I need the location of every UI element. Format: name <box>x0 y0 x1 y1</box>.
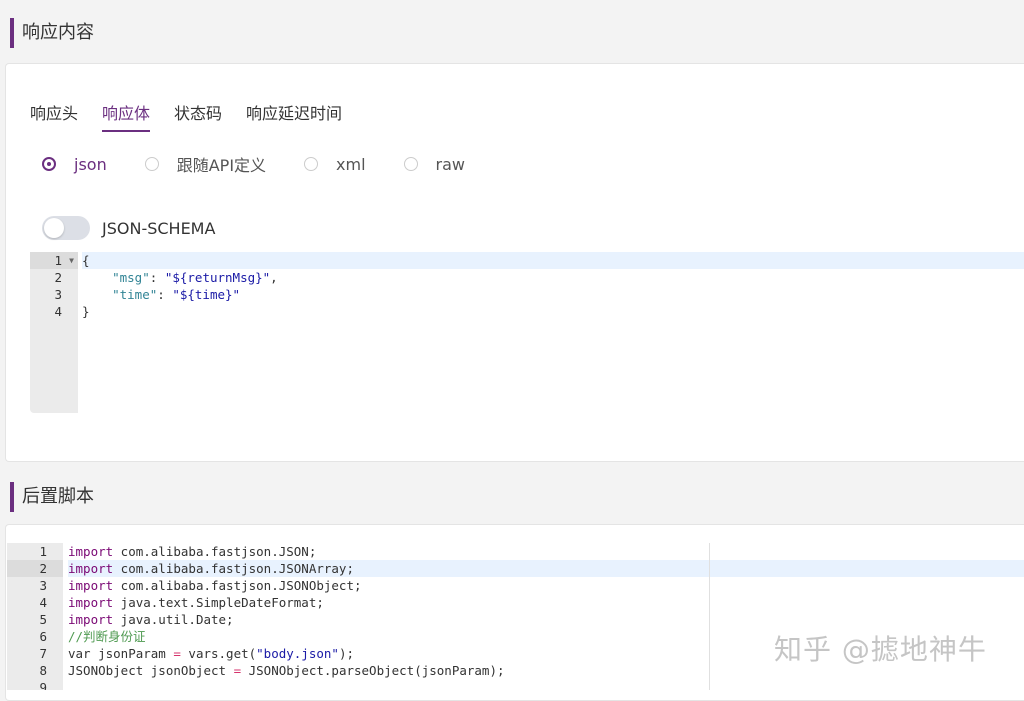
code-token: com.alibaba.fastjson.JSON; <box>113 544 317 559</box>
line-number: 3 <box>54 287 62 302</box>
code-token: //判断身份证 <box>68 629 146 644</box>
code-token: import <box>68 544 114 559</box>
tab-status-code[interactable]: 状态码 <box>174 100 222 132</box>
format-radio-group: json 跟随API定义 xml raw <box>42 152 503 176</box>
radio-checked-icon <box>42 157 56 171</box>
line-number: 6 <box>39 629 47 644</box>
code-token: ); <box>338 646 355 661</box>
code-line: import java.util.Date; <box>68 611 1024 628</box>
code-token: : <box>149 270 165 285</box>
radio-xml[interactable]: xml <box>304 152 366 176</box>
response-editor-gutter: 1 ▼ 2 3 4 <box>30 252 78 413</box>
code-token: import <box>68 595 114 610</box>
radio-unchecked-icon <box>144 157 159 171</box>
code-token: com.alibaba.fastjson.JSONArray; <box>113 561 354 576</box>
script-editor-gutter: 123 4 5 6 7 8 9 <box>7 543 63 690</box>
code-token: com.alibaba.fastjson.JSONObject; <box>113 578 362 593</box>
script-section-title: 后置脚本 <box>10 482 94 512</box>
code-token: var jsonParam <box>68 646 174 661</box>
code-token: = <box>233 663 242 678</box>
line-number: 5 <box>39 612 47 627</box>
code-token: "body.json" <box>256 646 339 661</box>
code-token: } <box>82 304 90 319</box>
radio-raw-label: raw <box>435 154 466 174</box>
code-line: import com.alibaba.fastjson.JSON; <box>68 543 1024 560</box>
line-number: 3 <box>39 578 47 593</box>
response-body-editor[interactable]: 1 ▼ 2 3 4 { "msg": "${returnMsg}", "time": "… <box>30 252 1024 413</box>
code-token: import <box>68 578 114 593</box>
code-token: { <box>82 253 90 268</box>
tab-response-body[interactable]: 响应体 <box>102 100 151 132</box>
toggle-knob <box>44 218 64 238</box>
code-line: import com.alibaba.fastjson.JSONObject; <box>68 577 1024 594</box>
radio-raw[interactable]: raw <box>403 152 466 176</box>
watermark: 知乎 @摅地神牛 <box>774 633 987 666</box>
line-number: 2 <box>54 270 62 285</box>
radio-follow-api[interactable]: 跟随API定义 <box>144 152 267 176</box>
code-line: "msg": "${returnMsg}", <box>82 269 1024 286</box>
tab-response-headers[interactable]: 响应头 <box>30 100 78 132</box>
code-line: } <box>82 303 1024 320</box>
code-token: : <box>157 287 173 302</box>
code-token: , <box>270 270 278 285</box>
line-number: 1 ▼ <box>30 252 78 269</box>
response-editor-code[interactable]: { "msg": "${returnMsg}", "time": "${time… <box>78 252 1024 320</box>
radio-unchecked-icon <box>304 157 319 171</box>
code-token: "time" <box>112 287 158 302</box>
code-line: import java.text.SimpleDateFormat; <box>68 594 1024 611</box>
code-line: import com.alibaba.fastjson.JSONArray; <box>68 560 1024 577</box>
code-token: "${time}" <box>172 287 241 302</box>
tab-response-delay[interactable]: 响应延迟时间 <box>246 100 342 132</box>
code-token: = <box>173 646 181 661</box>
radio-json-label: json <box>74 154 107 174</box>
line-number: 4 <box>54 304 62 319</box>
code-token: JSONObject jsonObject <box>68 663 234 678</box>
line-number: 9 <box>39 680 47 690</box>
json-schema-toggle[interactable] <box>42 216 90 240</box>
code-token: import <box>68 561 114 576</box>
code-token: "msg" <box>112 270 150 285</box>
code-token: java.text.SimpleDateFormat; <box>113 595 324 610</box>
line-number: 2 <box>7 560 63 577</box>
radio-json[interactable]: json <box>42 152 107 176</box>
code-token: java.util.Date; <box>113 612 234 627</box>
json-schema-label: JSON-SCHEMA <box>102 218 216 238</box>
line-number: 8 <box>39 663 47 678</box>
line-number: 4 <box>39 595 47 610</box>
code-token: vars.get( <box>180 646 257 661</box>
json-schema-toggle-row: JSON-SCHEMA <box>42 216 215 240</box>
code-line: "time": "${time}" <box>82 286 1024 303</box>
radio-xml-label: xml <box>336 154 366 174</box>
response-tabs: 响应头 响应体 状态码 响应延迟时间 <box>30 100 366 132</box>
radio-unchecked-icon <box>403 157 418 171</box>
code-token: "${returnMsg}" <box>164 270 271 285</box>
radio-follow-api-label: 跟随API定义 <box>176 156 267 175</box>
code-token: import <box>68 612 114 627</box>
fold-arrow-icon[interactable]: ▼ <box>69 252 74 269</box>
print-margin-line <box>709 543 710 690</box>
line-number: 1 <box>39 544 47 559</box>
response-section-title: 响应内容 <box>10 18 94 48</box>
code-token: JSONObject.parseObject(jsonParam); <box>241 663 505 678</box>
code-line: { <box>82 252 1024 269</box>
line-number: 7 <box>39 646 47 661</box>
